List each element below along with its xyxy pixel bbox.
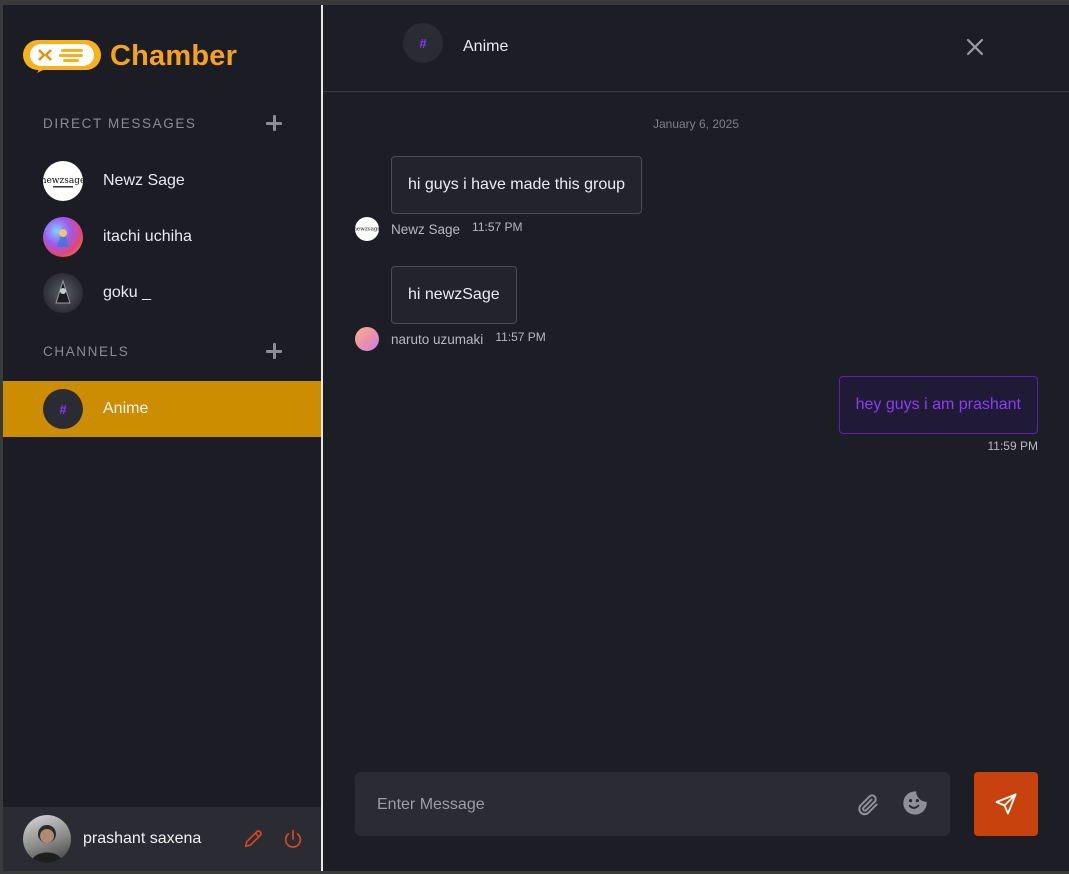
attach-button[interactable]: [855, 792, 881, 818]
send-button[interactable]: [974, 772, 1038, 836]
avatar: newzsage: [43, 161, 83, 201]
dm-item-newz-sage[interactable]: newzsage Newz Sage: [43, 159, 185, 203]
edit-profile-button[interactable]: [241, 827, 265, 851]
svg-text:newzsage: newzsage: [43, 176, 83, 186]
channel-name: Anime: [103, 400, 149, 417]
pencil-icon: [244, 830, 262, 848]
message-meta: naruto uzumaki 11:57 PM: [355, 327, 546, 351]
sidebar: Chamber DIRECT MESSAGES newzsage Newz Sa…: [3, 5, 321, 871]
paperclip-icon: [858, 794, 878, 816]
channel-item-anime[interactable]: # Anime: [3, 381, 321, 437]
chamber-logo-icon: [23, 39, 101, 73]
dm-name: goku _: [103, 284, 152, 301]
channels-title: CHANNELS: [43, 343, 130, 359]
own-message-time: 11:59 PM: [987, 439, 1038, 453]
add-dm-button[interactable]: [265, 114, 283, 132]
dm-name: Newz Sage: [103, 172, 185, 189]
own-message-bubble: hey guys i am prashant: [838, 376, 1038, 434]
app-window: Chamber DIRECT MESSAGES newzsage Newz Sa…: [3, 5, 1069, 871]
chat-channel-hash-icon: #: [403, 23, 443, 63]
message-bubble: hi guys i have made this group: [391, 156, 643, 214]
dm-item-goku[interactable]: goku _: [43, 271, 151, 315]
message-time: 11:57 PM: [495, 330, 546, 344]
emoji-button[interactable]: [901, 789, 929, 817]
sender-avatar: newzsage: [355, 217, 379, 241]
logout-button[interactable]: [281, 827, 305, 851]
profile-name: prashant saxena: [83, 830, 202, 847]
message-composer: [355, 772, 950, 836]
chat-title: Anime: [463, 38, 509, 55]
message-meta: newzsage Newz Sage 11:57 PM: [355, 217, 523, 241]
add-channel-button[interactable]: [265, 342, 283, 360]
profile-bar: prashant saxena: [3, 807, 321, 871]
avatar: [43, 217, 83, 257]
app-logo: Chamber: [23, 38, 237, 74]
message-time: 11:57 PM: [472, 220, 523, 234]
message-input[interactable]: [375, 792, 839, 818]
send-icon: [995, 793, 1017, 815]
sender-name: naruto uzumaki: [391, 331, 484, 347]
close-chat-button[interactable]: [963, 35, 987, 59]
app-name: Chamber: [110, 39, 238, 72]
profile-avatar[interactable]: [23, 815, 71, 863]
svg-text:newzsage: newzsage: [355, 227, 379, 233]
direct-messages-header: DIRECT MESSAGES: [43, 113, 283, 133]
power-icon: [284, 829, 302, 848]
channels-header: CHANNELS: [43, 341, 283, 361]
date-separator: January 6, 2025: [652, 117, 740, 131]
dm-item-itachi-uchiha[interactable]: itachi uchiha: [43, 215, 192, 259]
avatar: [43, 273, 83, 313]
emoji-sticker-icon: [903, 791, 927, 815]
channel-hash-icon: #: [43, 389, 83, 429]
sender-avatar: [355, 327, 379, 351]
sidebar-divider: [321, 5, 323, 871]
sender-name: Newz Sage: [391, 221, 461, 237]
close-icon: [966, 38, 984, 56]
message-bubble: hi newzSage: [391, 266, 517, 324]
direct-messages-title: DIRECT MESSAGES: [43, 115, 197, 131]
dm-name: itachi uchiha: [103, 228, 192, 245]
chat-header: # Anime: [323, 5, 1069, 92]
